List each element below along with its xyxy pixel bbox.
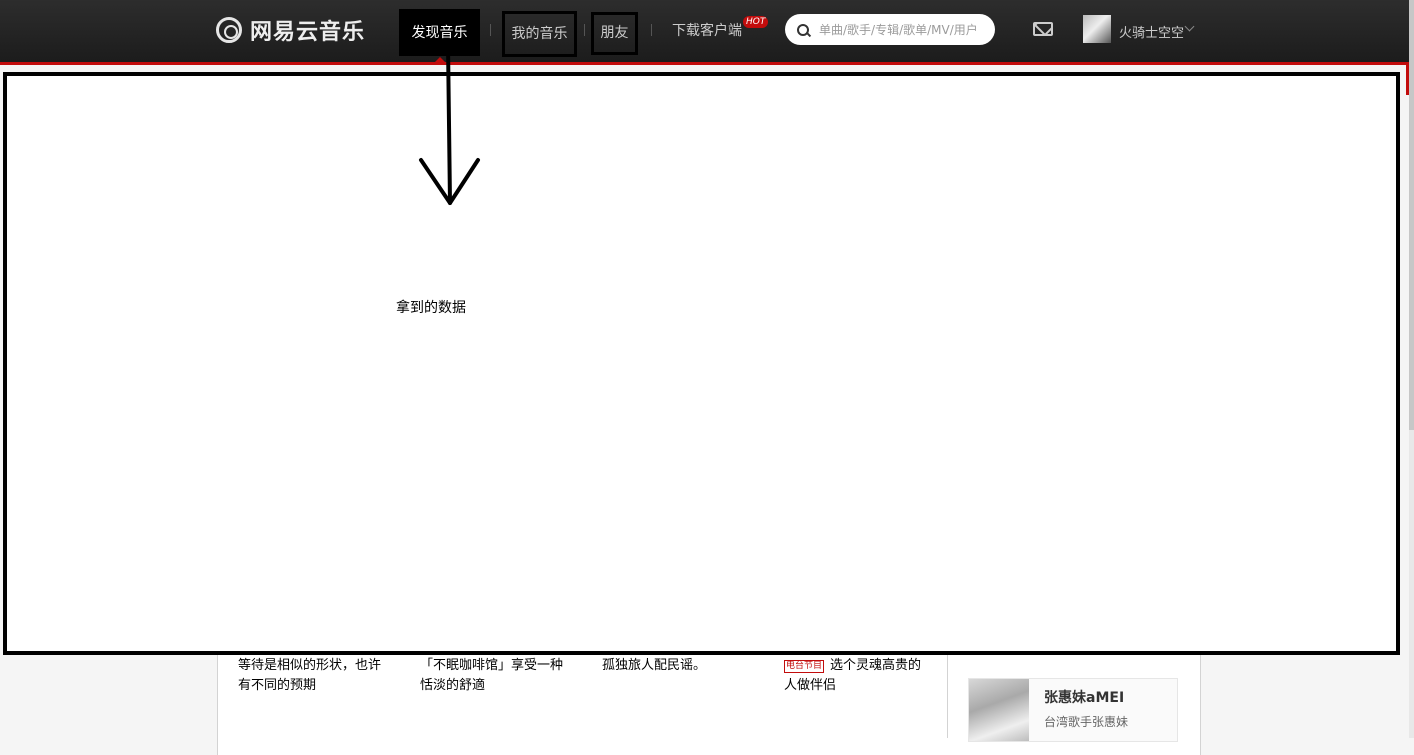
annotation-label: 拿到的数据 xyxy=(396,300,466,316)
annotation-arrow xyxy=(419,42,480,205)
